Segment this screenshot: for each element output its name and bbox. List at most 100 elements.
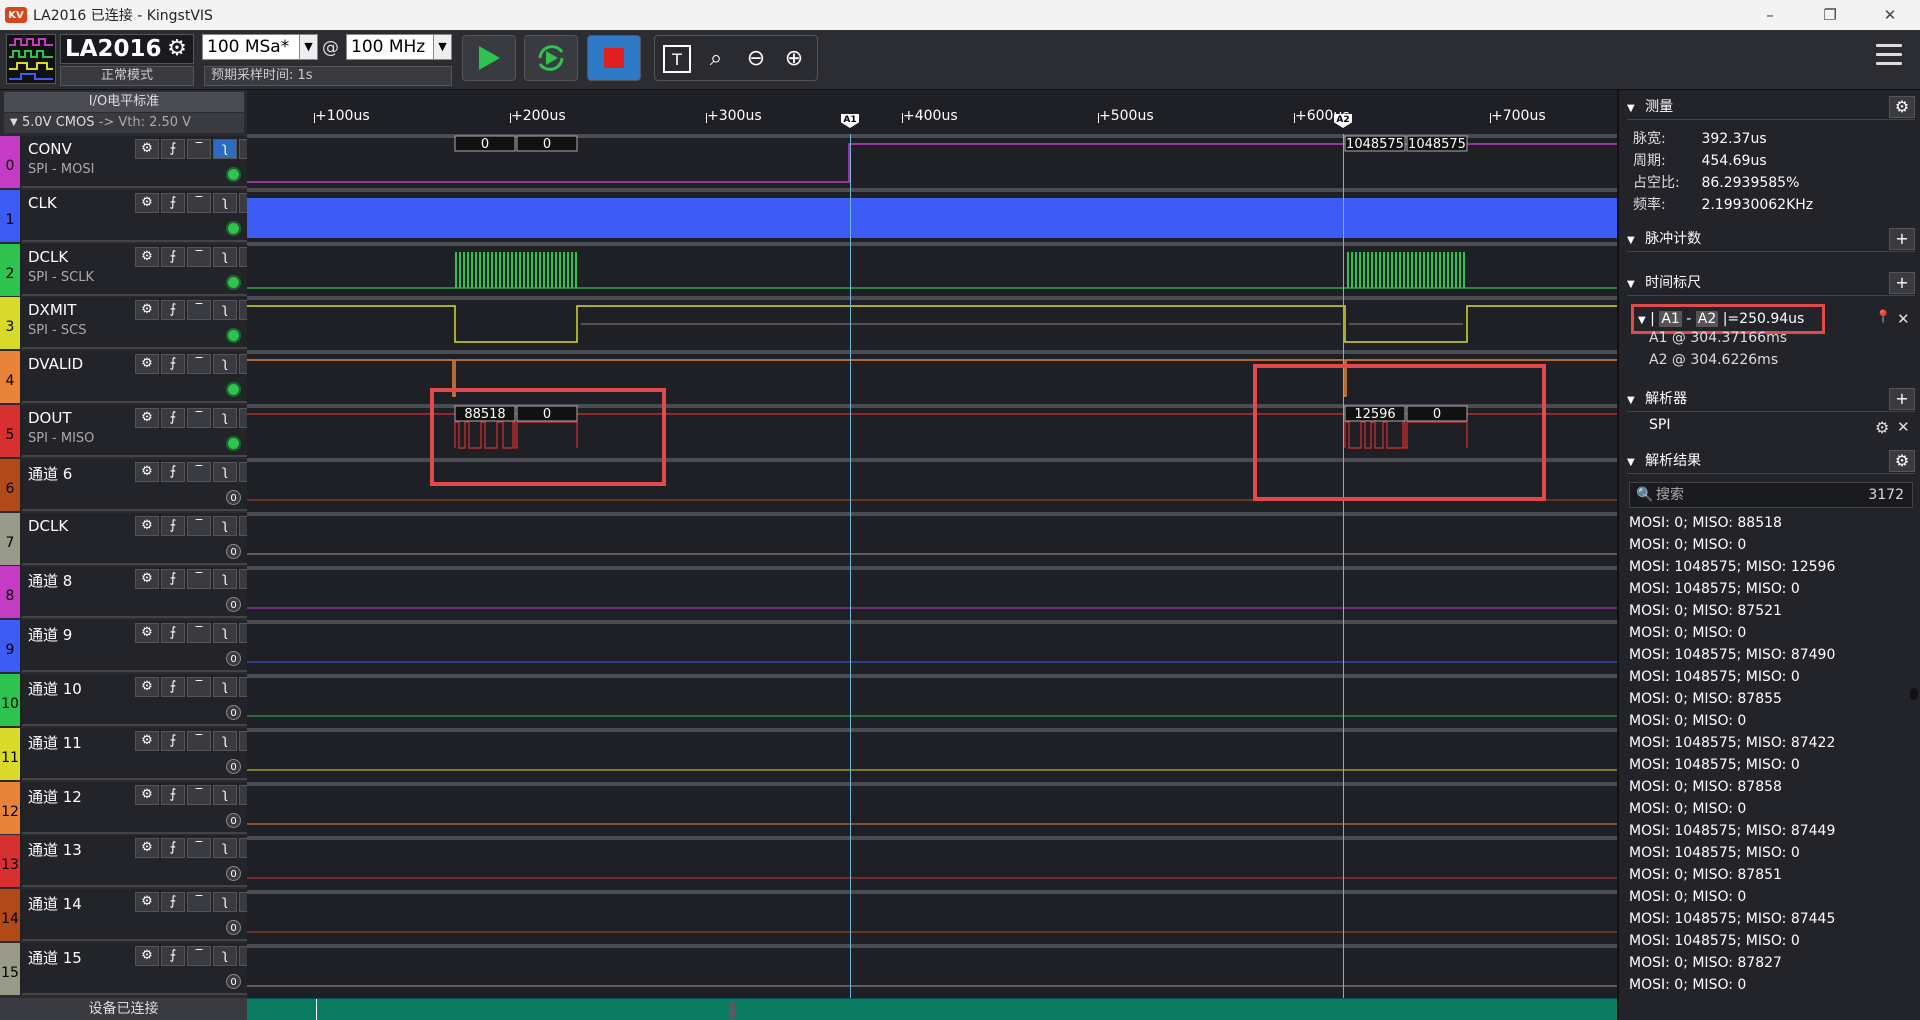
repeat-start-button[interactable] [524,35,578,81]
text-tool-icon[interactable]: T [663,45,691,73]
waveform-area[interactable]: +100us +200us +300us +400us +500us +600u… [247,90,1617,1020]
results-scrollbar[interactable] [1910,688,1918,700]
channel-row[interactable]: 6 通道 6 ⚙⨍‾ʅ_ 0 [0,458,263,511]
pulse-count-section[interactable]: ▼ 脉冲计数 + [1627,228,1915,252]
zoom-out-icon[interactable]: ⊖ [741,44,771,74]
channel-row[interactable]: 8 通道 8 ⚙⨍‾ʅ_ 0 [0,566,263,619]
result-row[interactable]: MOSI: 0; MISO: 0 [1619,534,1915,556]
gear-icon[interactable]: ⚙ [135,838,159,859]
gear-icon[interactable]: ⚙ [135,946,159,966]
falling-edge-icon[interactable]: ʅ [213,354,237,375]
result-row[interactable]: MOSI: 0; MISO: 88518 [1619,512,1915,534]
stop-button[interactable] [587,35,641,81]
result-row[interactable]: MOSI: 1048575; MISO: 87445 [1619,908,1915,930]
high-level-icon[interactable]: ‾ [187,569,211,590]
maximize-button[interactable]: ❐ [1800,0,1860,30]
result-row[interactable]: MOSI: 1048575; MISO: 12596 [1619,556,1915,578]
gear-icon[interactable]: ⚙ [135,354,159,375]
result-row[interactable]: MOSI: 1048575; MISO: 0 [1619,842,1915,864]
channel-name[interactable]: 通道 13 [28,839,82,860]
channel-row[interactable]: 2 DCLK SPI - SCLK ⚙⨍‾ʅ_ [0,243,263,296]
channel-name[interactable]: 通道 6 [28,463,72,484]
result-row[interactable]: MOSI: 1048575; MISO: 87490 [1619,644,1915,666]
falling-edge-icon[interactable]: ʅ [213,139,237,159]
gear-icon[interactable]: ⚙ [135,408,159,428]
zoom-in-icon[interactable]: ⊕ [779,44,809,74]
add-icon[interactable]: + [1889,228,1915,250]
channel-row[interactable]: 14 通道 14 ⚙⨍‾ʅ_ 0 [0,889,263,942]
gear-icon[interactable]: ⚙ [135,515,159,536]
falling-edge-icon[interactable]: ʅ [213,246,237,267]
gear-icon[interactable]: ⚙ [135,139,159,159]
falling-edge-icon[interactable]: ʅ [213,569,237,590]
channel-name[interactable]: 通道 10 [28,678,82,699]
rising-edge-icon[interactable]: ⨍ [161,461,185,482]
measure-section[interactable]: ▼ 测量 ⚙ [1627,96,1915,120]
gear-icon[interactable]: ⚙ [135,892,159,913]
gear-icon[interactable]: ⚙ [135,677,159,697]
high-level-icon[interactable]: ‾ [187,461,211,482]
timeline-scrollbar[interactable] [247,998,1617,1020]
high-level-icon[interactable]: ‾ [187,300,211,321]
channel-name[interactable]: 通道 15 [28,947,82,968]
add-icon[interactable]: + [1889,272,1915,294]
falling-edge-icon[interactable]: ʅ [213,838,237,859]
falling-edge-icon[interactable]: ʅ [213,408,237,428]
result-row[interactable]: MOSI: 0; MISO: 87851 [1619,864,1915,886]
channel-name[interactable]: 通道 11 [28,732,82,753]
channel-row[interactable]: 5 DOUT SPI - MISO ⚙⨍‾ʅ_ [0,405,263,457]
rising-edge-icon[interactable]: ⨍ [161,892,185,913]
rising-edge-icon[interactable]: ⨍ [161,246,185,267]
rising-edge-icon[interactable]: ⨍ [161,192,185,213]
rising-edge-icon[interactable]: ⨍ [161,946,185,966]
high-level-icon[interactable]: ‾ [187,246,211,267]
gear-icon[interactable]: ⚙ [135,461,159,482]
channel-row[interactable]: 7 DCLK ⚙⨍‾ʅ_ 0 [0,512,263,565]
result-row[interactable]: MOSI: 0; MISO: 87855 [1619,688,1915,710]
sample-depth-select[interactable]: 100 MSa* ▼ [202,34,318,60]
gear-icon[interactable]: ⚙ [135,569,159,590]
result-row[interactable]: MOSI: 0; MISO: 0 [1619,974,1915,996]
menu-icon[interactable] [1876,44,1902,68]
falling-edge-icon[interactable]: ʅ [213,461,237,482]
add-icon[interactable]: + [1889,388,1915,410]
result-row[interactable]: MOSI: 0; MISO: 87858 [1619,776,1915,798]
channel-name[interactable]: DOUT [28,409,72,427]
gear-icon[interactable]: ⚙ [1889,96,1915,118]
rising-edge-icon[interactable]: ⨍ [161,569,185,590]
rising-edge-icon[interactable]: ⨍ [161,300,185,321]
gear-icon[interactable]: ⚙ [1875,418,1889,437]
gear-icon[interactable]: ⚙ [135,730,159,751]
close-icon[interactable]: ✕ [1897,418,1910,436]
gear-icon[interactable]: ⚙ [1889,450,1915,472]
rising-edge-icon[interactable]: ⨍ [161,515,185,536]
high-level-icon[interactable]: ‾ [187,408,211,428]
falling-edge-icon[interactable]: ʅ [213,192,237,213]
channel-row[interactable]: 11 通道 11 ⚙⨍‾ʅ_ 0 [0,727,263,780]
channel-name[interactable]: 通道 8 [28,570,72,591]
falling-edge-icon[interactable]: ʅ [213,892,237,913]
channel-row[interactable]: 15 通道 15 ⚙⨍‾ʅ_ 0 [0,943,263,995]
io-level-select[interactable]: ▼ 5.0V CMOS -> Vth: 2.50 V [4,113,244,133]
gear-icon[interactable]: ⚙ [135,784,159,805]
result-row[interactable]: MOSI: 1048575; MISO: 87422 [1619,732,1915,754]
high-level-icon[interactable]: ‾ [187,784,211,805]
channel-name[interactable]: DXMIT [28,301,76,319]
rising-edge-icon[interactable]: ⨍ [161,139,185,159]
analyzer-section[interactable]: ▼ 解析器 + [1627,388,1915,412]
falling-edge-icon[interactable]: ʅ [213,946,237,966]
rising-edge-icon[interactable]: ⨍ [161,730,185,751]
result-row[interactable]: MOSI: 0; MISO: 0 [1619,710,1915,732]
high-level-icon[interactable]: ‾ [187,946,211,966]
channel-row[interactable]: 1 CLK ⚙⨍‾ʅ_ [0,189,263,242]
close-icon[interactable]: ✕ [1897,310,1910,328]
cursor-a2[interactable] [1343,134,1344,1020]
falling-edge-icon[interactable]: ʅ [213,515,237,536]
channel-name[interactable]: 通道 12 [28,786,82,807]
channel-row[interactable]: 10 通道 10 ⚙⨍‾ʅ_ 0 [0,674,263,726]
channel-name[interactable]: DCLK [28,248,68,266]
gear-icon[interactable]: ⚙ [135,192,159,213]
scrollbar-thumb[interactable] [729,1001,735,1019]
falling-edge-icon[interactable]: ʅ [213,623,237,644]
channel-name[interactable]: 通道 14 [28,893,82,914]
